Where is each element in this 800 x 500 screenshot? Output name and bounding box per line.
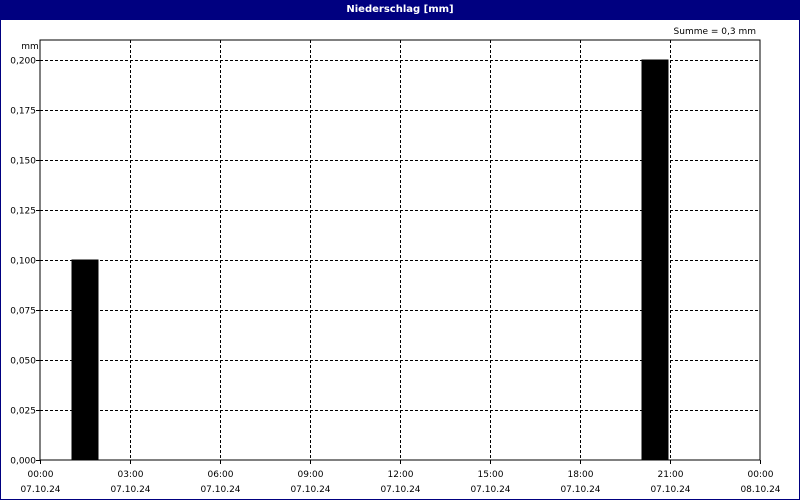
x-tick-time: 09:00 — [298, 470, 324, 480]
summary-label: Summe = 0,3 mm — [674, 27, 756, 37]
x-tick-date: 07.10.24 — [20, 485, 60, 495]
x-tick-date: 07.10.24 — [290, 485, 330, 495]
x-tick-time: 18:00 — [568, 470, 594, 480]
y-tick-label: 0,050 — [10, 357, 36, 367]
y-tick-label: 0,025 — [10, 407, 36, 417]
x-tick-time: 06:00 — [208, 470, 234, 480]
y-tick-label: 0,200 — [10, 57, 36, 67]
x-tick-date: 07.10.24 — [200, 485, 240, 495]
chart-canvas: 0,000 0,025 0,050 0,075 0,100 0,125 0,150 0,175… — [10, 27, 781, 495]
y-tick-label: 0,175 — [10, 107, 36, 117]
y-tick-label: 0,100 — [10, 257, 36, 267]
precipitation-bar — [71, 259, 99, 461]
y-axis-unit-label: mm — [21, 42, 39, 52]
y-tick-label: 0,075 — [10, 307, 36, 317]
y-tick-label: 0,125 — [10, 207, 36, 217]
y-axis: 0,000 0,025 0,050 0,075 0,100 0,125 0,150 0,175… — [10, 57, 40, 467]
x-tick-date: 07.10.24 — [560, 485, 600, 495]
x-tick-date: 07.10.24 — [650, 485, 690, 495]
precipitation-bar — [641, 59, 669, 461]
y-tick-label: 0,150 — [10, 157, 36, 167]
x-tick-time: 00:00 — [28, 470, 54, 480]
x-tick-time: 00:00 — [748, 470, 774, 480]
x-tick-time: 12:00 — [388, 470, 414, 480]
x-tick-date: 07.10.24 — [470, 485, 510, 495]
x-tick-time: 15:00 — [478, 470, 504, 480]
x-tick-time: 21:00 — [658, 470, 684, 480]
x-tick-date: 07.10.24 — [380, 485, 420, 495]
x-tick-time: 03:00 — [118, 470, 144, 480]
x-tick-date: 08.10.24 — [740, 485, 780, 495]
x-tick-date: 07.10.24 — [110, 485, 150, 495]
x-axis: 00:00 07.10.24 03:00 07.10.24 06:00 07.10.24 0… — [20, 460, 781, 495]
y-tick-label: 0,000 — [10, 457, 36, 467]
